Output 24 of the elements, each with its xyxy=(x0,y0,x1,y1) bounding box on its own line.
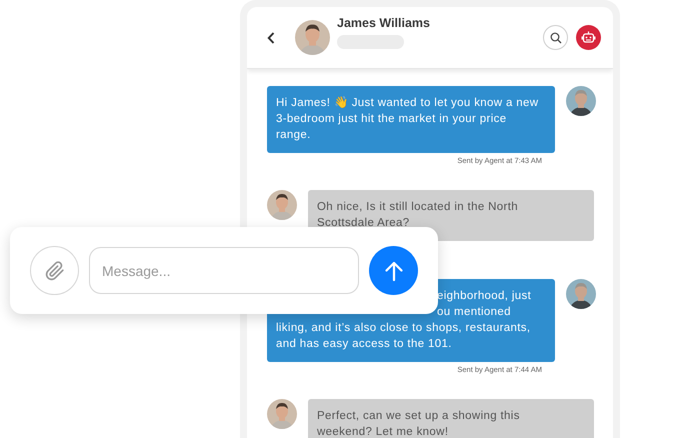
search-icon xyxy=(550,32,562,44)
arrow-up-icon xyxy=(384,260,404,282)
attach-button[interactable] xyxy=(30,246,79,295)
contact-avatar xyxy=(295,20,330,55)
robot-icon xyxy=(581,30,596,44)
message-text: eighborhood, just xyxy=(436,289,532,304)
avatar xyxy=(566,86,596,116)
message-text: Perfect, can we set up a showing this weekend? Let me know! xyxy=(317,410,520,438)
chevron-left-icon xyxy=(267,32,275,44)
message-text: ou mentioned xyxy=(436,305,512,320)
message-text: Hi James! 👋 Just wanted to let you know a new 3-bedroom just hit the market in your price range. xyxy=(276,97,538,141)
message-input[interactable]: Message... xyxy=(89,247,359,294)
avatar xyxy=(267,399,297,429)
message-text: Oh nice, Is it still located in the North Scottsdale Area? xyxy=(317,201,518,229)
contact-name: James Williams xyxy=(337,16,431,30)
avatar xyxy=(566,279,596,309)
message-text: liking, and it’s also close to shops, restaurants, xyxy=(276,321,532,336)
message-text: and has easy access to the 101. xyxy=(276,337,453,352)
paperclip-icon xyxy=(44,260,64,280)
avatar xyxy=(267,190,297,220)
back-button[interactable] xyxy=(267,32,275,44)
bot-button[interactable] xyxy=(576,25,601,50)
send-button[interactable] xyxy=(369,246,418,295)
search-button[interactable] xyxy=(543,25,568,50)
